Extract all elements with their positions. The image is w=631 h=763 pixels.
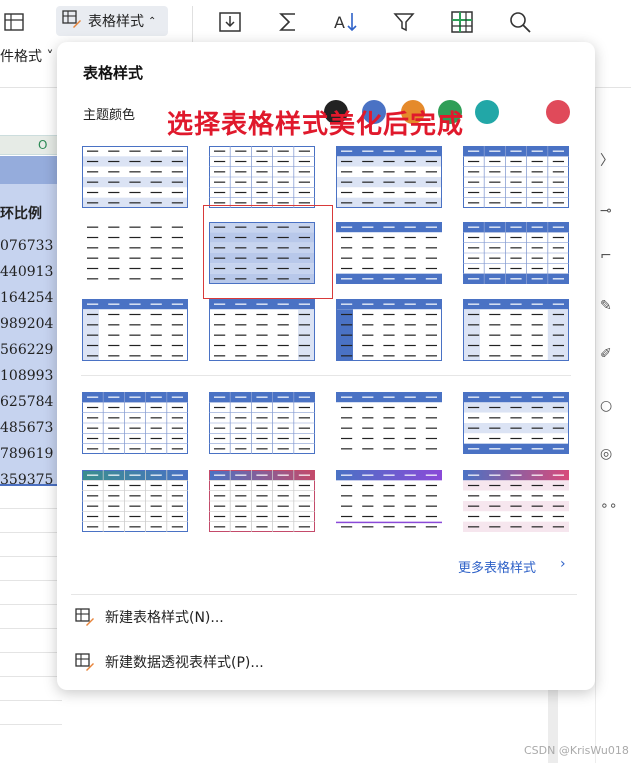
chevron-up-icon: ⌃ <box>148 15 157 27</box>
theme-color-swatch[interactable] <box>546 100 570 124</box>
grid-line <box>0 556 62 557</box>
table-style-option[interactable] <box>82 470 188 532</box>
table-style-option[interactable] <box>336 392 442 454</box>
grid-line <box>0 532 62 533</box>
freeze-panes-icon[interactable] <box>448 8 476 36</box>
table-style-option[interactable] <box>82 222 188 284</box>
table-style-label: 表格样式 <box>88 14 144 30</box>
table-style-option[interactable] <box>209 392 315 454</box>
table-cell: 108993 <box>0 368 54 384</box>
table-style-option[interactable] <box>336 299 442 361</box>
table-style-option[interactable] <box>463 299 569 361</box>
new-pivot-style-icon <box>75 652 95 672</box>
new-table-style-icon <box>75 607 95 627</box>
side-icon-7[interactable]: ◎ <box>600 446 616 462</box>
chevron-right-icon[interactable]: › <box>560 556 566 572</box>
gallery-divider <box>81 375 571 376</box>
grid-line <box>0 628 62 629</box>
more-icon[interactable]: ∘∘ <box>600 498 618 514</box>
table-style-option[interactable] <box>336 146 442 208</box>
grid-line <box>0 508 62 509</box>
download-icon[interactable] <box>216 8 244 36</box>
table-cell: 789619 <box>0 446 54 462</box>
grid-line <box>0 604 62 605</box>
table-cell: 625784 <box>0 394 54 410</box>
filter-icon[interactable] <box>390 8 418 36</box>
table-style-option[interactable] <box>336 222 442 284</box>
annotation-text: 选择表格样式美化后完成 <box>167 110 465 140</box>
watermark: CSDN @KrisWu018 <box>524 744 629 757</box>
table-style-option[interactable] <box>463 222 569 284</box>
grid-line <box>0 700 62 701</box>
table-style-option[interactable] <box>463 146 569 208</box>
table-cell: 164254 <box>0 290 54 306</box>
sum-icon[interactable] <box>274 8 302 36</box>
conditional-format-label[interactable]: 件格式 ˅ <box>0 46 53 66</box>
new-pivot-style-item[interactable]: 新建数据透视表样式(P)... <box>75 650 264 674</box>
grid-line <box>0 676 62 677</box>
table-header-cell: 环比例 <box>0 206 42 222</box>
theme-color-label: 主题颜色 <box>83 108 136 123</box>
table-header-row <box>0 156 58 184</box>
table-style-option[interactable] <box>82 299 188 361</box>
new-table-style-item[interactable]: 新建表格样式(N)... <box>75 605 224 629</box>
table-cell: 485673 <box>0 420 54 436</box>
table-cell: 440913 <box>0 264 54 280</box>
popup-title: 表格样式 <box>83 64 144 82</box>
new-table-style-label: 新建表格样式(N)... <box>105 610 224 626</box>
spreadsheet-area[interactable]: O 环比例 076733 440913 164254 989204 566229 1089… <box>0 88 62 763</box>
app-window: 表格样式 ⌃ 件格式 ˅ A O 环比例 076733 440913 164254 9 <box>0 0 631 763</box>
table-style-option[interactable] <box>82 392 188 454</box>
table-style-option[interactable] <box>463 470 569 532</box>
table-style-button[interactable]: 表格样式 ⌃ <box>56 6 168 36</box>
side-icon-4[interactable]: ✎ <box>600 298 616 314</box>
table-style-popup: 表格样式 主题颜色 选择表格样式美化后完成 更多表格样式 › 新建表格样式(N)… <box>57 42 595 690</box>
theme-color-swatch[interactable] <box>475 100 499 124</box>
right-side-panel: 〉 ⊸ ⌐ ✎ ✐ ○ ◎ ∘∘ <box>595 88 631 763</box>
table-style-option[interactable] <box>336 470 442 532</box>
search-icon[interactable] <box>506 8 534 36</box>
grid-line <box>0 652 62 653</box>
more-styles-link[interactable]: 更多表格样式 <box>458 557 536 576</box>
table-style-option[interactable] <box>209 299 315 361</box>
side-icon-3[interactable]: ⌐ <box>600 248 616 264</box>
selected-style-highlight <box>203 205 333 299</box>
grid-line <box>0 580 62 581</box>
table-style-option[interactable] <box>463 392 569 454</box>
table-style-option[interactable] <box>82 146 188 208</box>
table-cell: 076733 <box>0 238 54 254</box>
new-pivot-style-label: 新建数据透视表样式(P)... <box>105 655 264 671</box>
table-cell: 566229 <box>0 342 54 358</box>
side-icon-6[interactable]: ○ <box>600 398 616 414</box>
table-style-option[interactable] <box>209 146 315 208</box>
side-icon-1[interactable]: 〉 <box>600 150 616 169</box>
sort-icon[interactable]: A <box>332 8 360 36</box>
side-icon-5[interactable]: ✐ <box>600 346 616 362</box>
table-cell: 989204 <box>0 316 54 332</box>
table-cell: 359375 <box>0 472 54 488</box>
table-style-icon <box>62 9 82 33</box>
svg-text:A: A <box>334 13 345 32</box>
menu-divider <box>71 594 577 595</box>
column-header: O <box>0 135 62 155</box>
table-style-option[interactable] <box>209 470 315 532</box>
side-icon-2[interactable]: ⊸ <box>600 203 616 219</box>
grid-line <box>0 724 62 725</box>
table-icon[interactable] <box>0 8 28 36</box>
column-marker: O <box>38 138 48 152</box>
